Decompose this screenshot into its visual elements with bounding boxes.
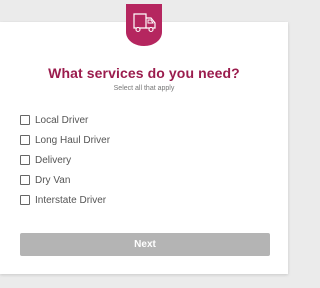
page-subtitle: Select all that apply [113, 85, 175, 92]
option-interstate-driver[interactable]: Interstate Driver [20, 190, 110, 210]
option-label: Long Haul Driver [35, 134, 111, 146]
logo-badge [126, 4, 162, 46]
interstate-driver-checkbox[interactable] [20, 195, 30, 205]
local-driver-checkbox[interactable] [20, 115, 30, 125]
next-button[interactable]: Next [20, 233, 270, 256]
option-dry-van[interactable]: Dry Van [20, 170, 110, 190]
dry-van-checkbox[interactable] [20, 175, 30, 185]
truck-icon [126, 4, 162, 46]
services-options: Local Driver Long Haul Driver Delivery D… [20, 110, 110, 210]
option-delivery[interactable]: Delivery [20, 150, 110, 170]
option-label: Local Driver [35, 114, 89, 126]
option-long-haul-driver[interactable]: Long Haul Driver [20, 130, 110, 150]
long-haul-driver-checkbox[interactable] [20, 135, 30, 145]
option-label: Dry Van [35, 174, 71, 186]
delivery-checkbox[interactable] [20, 155, 30, 165]
page-title: What services do you need? [48, 65, 240, 81]
option-local-driver[interactable]: Local Driver [20, 110, 110, 130]
page: What services do you need? Select all th… [0, 0, 288, 288]
option-label: Delivery [35, 154, 72, 166]
option-label: Interstate Driver [35, 194, 107, 206]
